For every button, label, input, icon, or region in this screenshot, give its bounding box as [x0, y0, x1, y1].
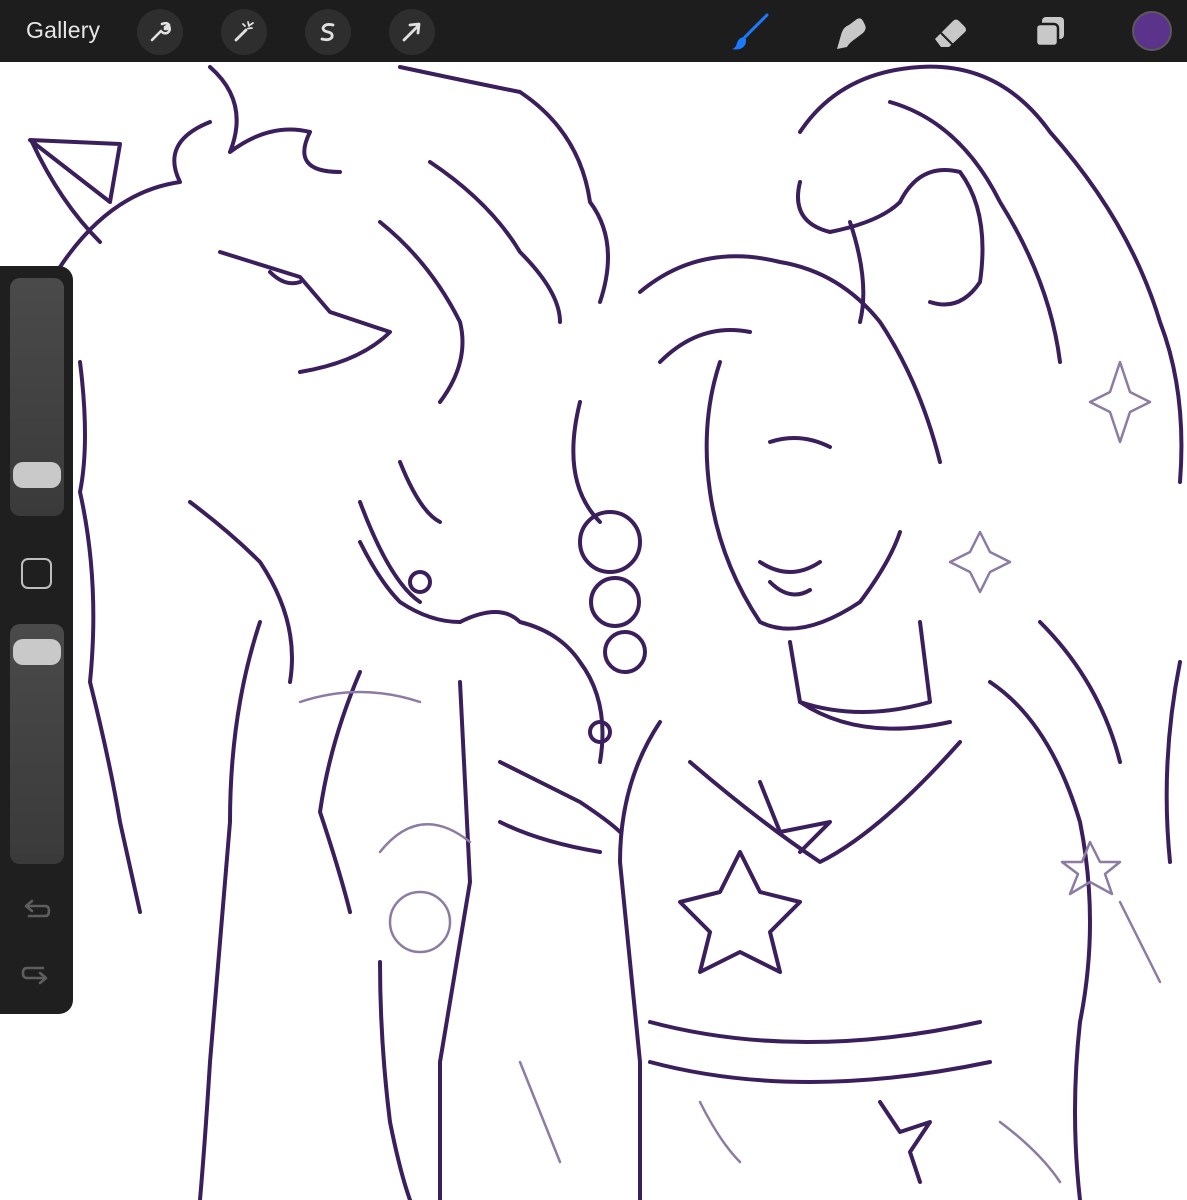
brush-icon: [729, 11, 771, 53]
selection-s-icon: [315, 19, 341, 45]
color-picker-button[interactable]: [1132, 11, 1172, 51]
redo-button[interactable]: [18, 960, 54, 990]
brush-size-slider[interactable]: [10, 278, 64, 516]
eraser-icon: [929, 11, 971, 53]
top-toolbar: Gallery: [0, 0, 1187, 62]
brush-size-thumb[interactable]: [13, 462, 61, 489]
eraser-tool-button[interactable]: [927, 9, 973, 55]
undo-arrow-icon: [21, 898, 51, 929]
actions-button[interactable]: [137, 9, 183, 55]
redo-arrow-icon: [21, 960, 51, 991]
smudge-finger-icon: [829, 11, 871, 53]
transform-button[interactable]: [389, 9, 435, 55]
drawing-canvas[interactable]: [0, 62, 1187, 1200]
selection-button[interactable]: [305, 9, 351, 55]
arrow-cursor-icon: [399, 19, 425, 45]
wrench-icon: [147, 19, 173, 45]
layers-icon: [1029, 11, 1071, 53]
modify-button[interactable]: [21, 558, 52, 589]
smudge-tool-button[interactable]: [827, 9, 873, 55]
brush-opacity-slider[interactable]: [10, 624, 64, 864]
line-art-illustration: [28, 64, 1184, 1200]
brush-opacity-thumb[interactable]: [13, 639, 61, 666]
layers-button[interactable]: [1027, 9, 1073, 55]
magic-wand-icon: [231, 19, 257, 45]
gallery-button[interactable]: Gallery: [26, 17, 100, 44]
adjustments-button[interactable]: [221, 9, 267, 55]
undo-button[interactable]: [18, 898, 54, 928]
brush-tool-button[interactable]: [727, 9, 773, 55]
sidebar: [0, 266, 73, 1014]
